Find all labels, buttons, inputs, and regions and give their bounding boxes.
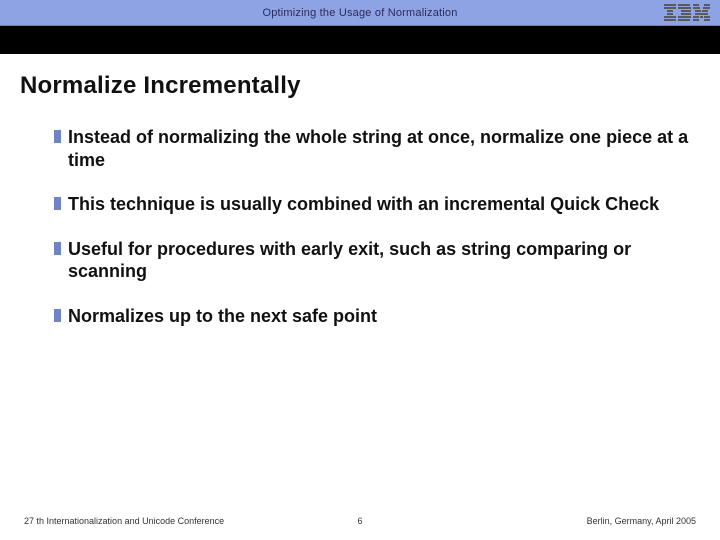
bullet-list: Instead of normalizing the whole string …	[20, 126, 700, 327]
header-bar: Optimizing the Usage of Normalization	[0, 0, 720, 26]
footer-right: Berlin, Germany, April 2005	[380, 516, 696, 526]
footer-left: 27 th Internationalization and Unicode C…	[24, 516, 340, 526]
header-title: Optimizing the Usage of Normalization	[262, 7, 457, 19]
slide: Optimizing the Usage of Normalization	[0, 0, 720, 540]
footer-page: 6	[340, 516, 380, 526]
list-item: Instead of normalizing the whole string …	[54, 126, 700, 171]
ibm-logo-icon	[664, 4, 710, 22]
slide-title: Normalize Incrementally	[20, 72, 700, 100]
list-item: Normalizes up to the next safe point	[54, 305, 700, 328]
list-item: Useful for procedures with early exit, s…	[54, 238, 700, 283]
list-item: This technique is usually combined with …	[54, 193, 700, 216]
slide-body: Normalize Incrementally Instead of norma…	[0, 54, 720, 516]
footer: 27 th Internationalization and Unicode C…	[0, 516, 720, 540]
header-black-band	[0, 26, 720, 54]
